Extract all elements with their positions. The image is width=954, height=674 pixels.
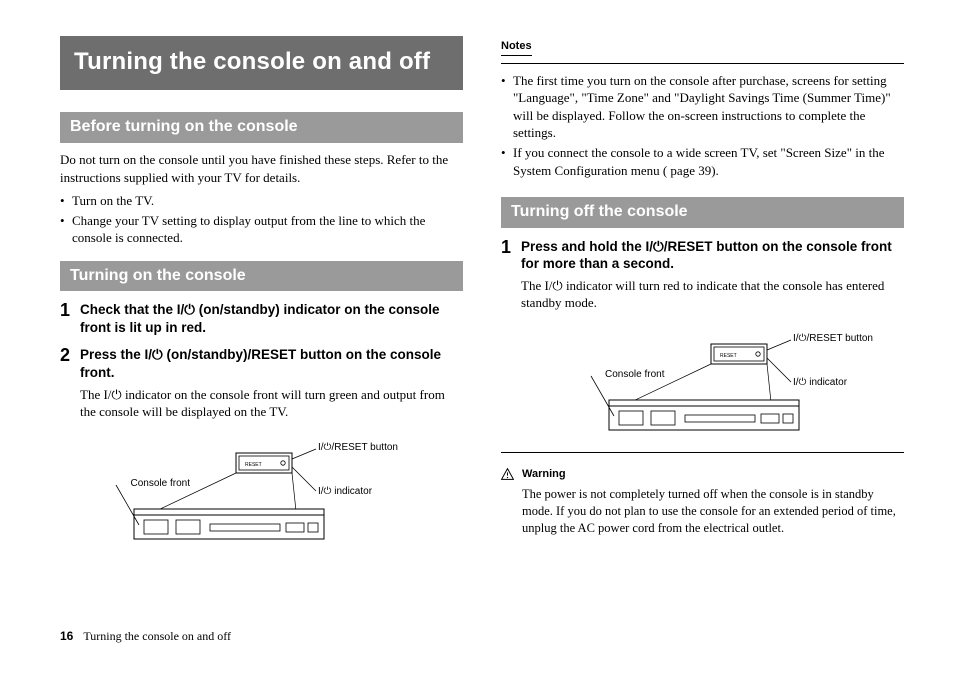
prep-bullets: Turn on the TV. Change your TV setting t… xyxy=(60,192,463,247)
warning-body: The power is not completely turned off w… xyxy=(501,486,904,537)
step-number: 2 xyxy=(60,346,70,364)
callout-indicator: I/⏻ indicator xyxy=(793,376,847,390)
svg-text:RESET: RESET xyxy=(720,353,737,359)
footer-text: Turning the console on and off xyxy=(83,629,231,643)
callout-indicator: I/⏻ indicator xyxy=(318,485,372,499)
notes-label: Notes xyxy=(501,39,532,56)
note-1: The first time you turn on the console a… xyxy=(501,72,904,142)
step-number: 1 xyxy=(60,301,70,319)
step-2: 2 Press the I/⏻ (on/standby)/RESET butto… xyxy=(60,346,463,426)
page-number: 16 xyxy=(60,629,73,643)
intro-text: Do not turn on the console until you hav… xyxy=(60,151,463,186)
off-step-1: 1 Press and hold the I/⏻/RESET button on… xyxy=(501,238,904,318)
right-column: Notes The first time you turn on the con… xyxy=(501,36,904,561)
svg-text:RESET: RESET xyxy=(245,462,262,468)
warning-header: Warning xyxy=(501,467,904,482)
notes-block: Notes The first time you turn on the con… xyxy=(501,36,904,179)
left-column: Turning the console on and off Before tu… xyxy=(60,36,463,561)
step-number: 1 xyxy=(501,238,511,256)
warning-icon xyxy=(501,468,514,480)
step-1-text: Check that the I/⏻ (on/standby) indicato… xyxy=(80,301,463,336)
note-2: If you connect the console to a wide scr… xyxy=(501,144,904,179)
step-2-text: Press the I/⏻ (on/standby)/RESET button … xyxy=(80,346,463,381)
section-turning-on: Turning on the console xyxy=(60,261,463,292)
bullet-tv-input: Change your TV setting to display output… xyxy=(60,212,463,247)
callout-console-front: Console front xyxy=(130,477,190,491)
section-turning-off: Turning off the console xyxy=(501,197,904,228)
step-2-subtext: The I/⏻ indicator on the console front w… xyxy=(80,386,463,421)
callout-reset-button: I/⏻/RESET button xyxy=(793,332,873,346)
console-figure-on: RESET I/⏻/RESET xyxy=(86,441,463,551)
notes-rule xyxy=(501,63,904,64)
bullet-turn-on-tv: Turn on the TV. xyxy=(60,192,463,210)
callout-console-front: Console front xyxy=(605,368,664,382)
callout-reset-button: I/⏻/RESET button xyxy=(318,441,398,455)
console-figure-off: RESET I/⏻/RESET button Console front I/⏻… xyxy=(561,332,904,442)
off-step-1-subtext: The I/⏻ indicator will turn red to indic… xyxy=(521,277,904,312)
warning-title: Warning xyxy=(522,467,566,482)
section-before-turning-on: Before turning on the console xyxy=(60,112,463,143)
page-title: Turning the console on and off xyxy=(60,36,463,90)
step-1: 1 Check that the I/⏻ (on/standby) indica… xyxy=(60,301,463,336)
page-footer: 16 Turning the console on and off xyxy=(60,628,231,644)
off-step-1-text: Press and hold the I/⏻/RESET button on t… xyxy=(521,238,904,273)
warning-rule xyxy=(501,452,904,453)
